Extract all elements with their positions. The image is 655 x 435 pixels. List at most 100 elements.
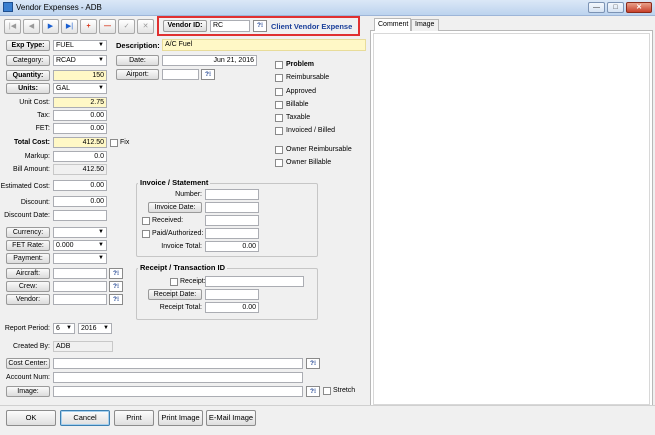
add-record-button[interactable]: + (80, 19, 97, 34)
date-button[interactable]: Date: (116, 55, 159, 66)
received-label: Received: (152, 217, 184, 224)
units-button[interactable]: Units: (6, 83, 50, 94)
image-field[interactable] (53, 386, 303, 397)
crew-field[interactable] (53, 281, 107, 292)
print-image-button[interactable]: Print Image (158, 410, 203, 426)
stretch-label: Stretch (333, 387, 356, 394)
aircraft-button[interactable]: Aircraft: (6, 268, 50, 279)
total-cost-field[interactable]: 412.50 (53, 137, 107, 148)
delete-record-button[interactable]: — (99, 19, 116, 34)
print-button[interactable]: Print (114, 410, 154, 426)
problem-checkbox[interactable] (275, 61, 283, 69)
receipt-date-field[interactable] (205, 289, 259, 300)
cost-center-field[interactable] (53, 358, 303, 369)
payment-button[interactable]: Payment: (6, 253, 50, 264)
report-month-value: 6 (56, 325, 60, 332)
vendor-id-field[interactable]: RC (210, 20, 250, 32)
tab-comment[interactable]: Comment (374, 18, 411, 31)
units-select[interactable]: GAL ▼ (53, 83, 107, 94)
invoice-date-field[interactable] (205, 202, 259, 213)
paid-authorized-field[interactable] (205, 228, 259, 239)
close-button[interactable]: ✕ (626, 2, 652, 13)
vendor-field[interactable] (53, 294, 107, 305)
last-record-button[interactable]: ▶| (61, 19, 78, 34)
cancel-button[interactable]: Cancel (60, 410, 110, 426)
cancel-record-button[interactable]: ✕ (137, 19, 154, 34)
crew-lookup-icon[interactable]: ?⁝ (109, 281, 123, 292)
paid-authorized-checkbox[interactable] (142, 230, 150, 238)
airport-field[interactable] (162, 69, 199, 80)
owner-reimbursable-checkbox[interactable] (275, 146, 283, 154)
comment-textarea[interactable] (373, 33, 650, 405)
airport-button[interactable]: Airport: (116, 69, 159, 80)
fet-rate-select[interactable]: 0.000 ▼ (53, 240, 107, 251)
owner-billable-checkbox[interactable] (275, 159, 283, 167)
maximize-button[interactable]: □ (607, 2, 624, 13)
created-by-label: Created By: (13, 343, 50, 350)
markup-field[interactable]: 0.0 (53, 151, 107, 162)
invoice-date-button[interactable]: Invoice Date: (148, 202, 202, 213)
receipt-checkbox[interactable] (170, 278, 178, 286)
quantity-button[interactable]: Quantity: (6, 70, 50, 81)
report-month-select[interactable]: 6 ▼ (53, 323, 75, 334)
account-num-field[interactable] (53, 372, 303, 383)
receipt-field[interactable] (205, 276, 304, 287)
quantity-field[interactable]: 150 (53, 70, 107, 81)
receipt-date-button[interactable]: Receipt Date: (148, 289, 202, 300)
airport-lookup-icon[interactable]: ?⁝ (201, 69, 215, 80)
vendor-id-button[interactable]: Vendor ID: (163, 20, 207, 32)
discount-date-field[interactable] (53, 210, 107, 221)
vendor-lookup-icon[interactable]: ?⁝ (253, 20, 267, 32)
image-lookup-icon[interactable]: ?⁝ (306, 386, 320, 397)
bill-amount-label: Bill Amount: (13, 166, 50, 173)
tax-field[interactable]: 0.00 (53, 110, 107, 121)
estimated-cost-field[interactable]: 0.00 (53, 180, 107, 191)
category-select[interactable]: RCAD ▼ (53, 55, 107, 66)
reimbursable-checkbox[interactable] (275, 74, 283, 82)
fet-field[interactable]: 0.00 (53, 123, 107, 134)
ok-button[interactable]: OK (6, 410, 56, 426)
invoice-total-field[interactable]: 0.00 (205, 241, 259, 252)
taxable-checkbox[interactable] (275, 114, 283, 122)
category-button[interactable]: Category: (6, 55, 50, 66)
date-field[interactable]: Jun 21, 2016 (162, 55, 257, 66)
vendor-lookup-icon-2[interactable]: ?⁝ (109, 294, 123, 305)
stretch-checkbox[interactable] (323, 387, 331, 395)
billable-checkbox[interactable] (275, 101, 283, 109)
cost-center-lookup-icon[interactable]: ?⁝ (306, 358, 320, 369)
email-image-button[interactable]: E-Mail Image (206, 410, 256, 426)
fet-rate-button[interactable]: FET Rate: (6, 240, 50, 251)
prev-record-button[interactable]: ◀ (23, 19, 40, 34)
receipt-total-field[interactable]: 0.00 (205, 302, 259, 313)
crew-button[interactable]: Crew: (6, 281, 50, 292)
currency-button[interactable]: Currency: (6, 227, 50, 238)
report-year-select[interactable]: 2016 ▼ (78, 323, 112, 334)
received-checkbox[interactable] (142, 217, 150, 225)
first-record-button[interactable]: |◀ (4, 19, 21, 34)
aircraft-lookup-icon[interactable]: ?⁝ (109, 268, 123, 279)
next-record-button[interactable]: ▶ (42, 19, 59, 34)
app-icon (3, 2, 13, 12)
received-field[interactable] (205, 215, 259, 226)
invoiced-billed-checkbox[interactable] (275, 127, 283, 135)
exp-type-select[interactable]: FUEL ▼ (53, 40, 107, 51)
image-button[interactable]: Image: (6, 386, 50, 397)
invoice-number-field[interactable] (205, 189, 259, 200)
unit-cost-field[interactable]: 2.75 (53, 97, 107, 108)
payment-select[interactable]: ▼ (53, 253, 107, 264)
vendor-button[interactable]: Vendor: (6, 294, 50, 305)
exp-type-value: FUEL (56, 42, 74, 49)
chevron-down-icon: ▼ (66, 325, 72, 331)
aircraft-field[interactable] (53, 268, 107, 279)
currency-select[interactable]: ▼ (53, 227, 107, 238)
fix-checkbox[interactable] (110, 139, 118, 147)
exp-type-button[interactable]: Exp Type: (6, 40, 50, 51)
minimize-button[interactable]: — (588, 2, 605, 13)
save-record-button[interactable]: ✓ (118, 19, 135, 34)
tab-image[interactable]: Image (411, 19, 439, 31)
billable-label: Billable (286, 101, 309, 108)
cost-center-button[interactable]: Cost Center: (6, 358, 50, 369)
approved-checkbox[interactable] (275, 88, 283, 96)
discount-field[interactable]: 0.00 (53, 196, 107, 207)
description-field[interactable]: A/C Fuel (162, 39, 366, 51)
